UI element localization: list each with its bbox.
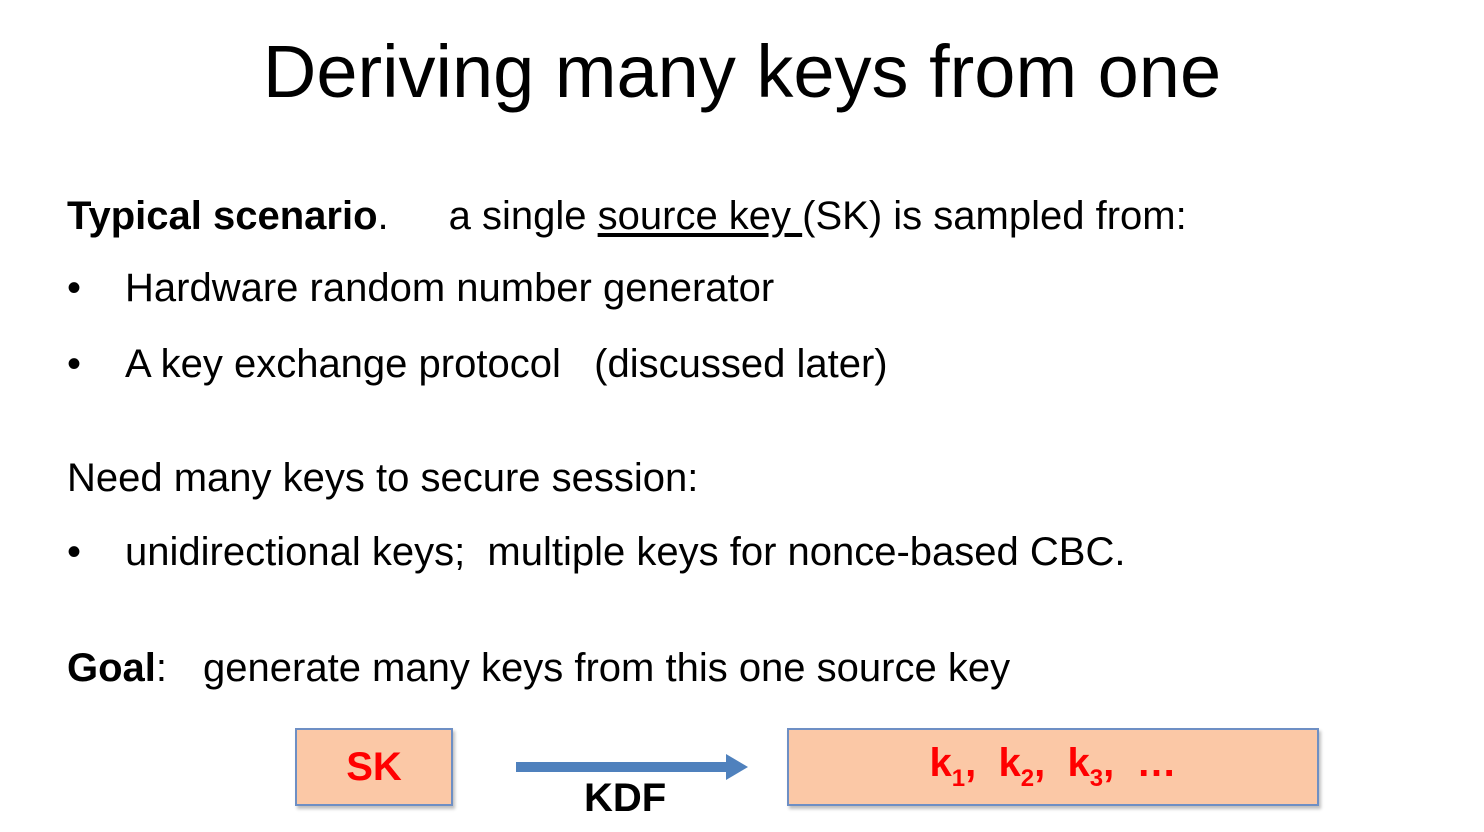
- need-heading: Need many keys to secure session:: [67, 456, 699, 500]
- goal-text: generate many keys from this one source …: [203, 646, 1011, 690]
- key-subscript: 2: [1020, 765, 1035, 792]
- bullet-icon: •: [67, 342, 82, 386]
- goal-colon: :: [155, 646, 168, 690]
- scenario-text-after: (SK) is sampled from:: [802, 194, 1187, 238]
- bullet-icon: •: [67, 530, 82, 574]
- scenario-bullet-1: Hardware random number generator: [125, 266, 775, 310]
- bullet-icon: •: [67, 266, 82, 310]
- source-key-label: SK: [346, 744, 402, 789]
- derived-keys-text: k1, k2, k3, …: [930, 741, 1177, 793]
- key-letter: k: [998, 741, 1021, 785]
- slide-title: Deriving many keys from one: [262, 30, 1222, 113]
- scenario-label: Typical scenario: [67, 194, 378, 238]
- goal-label: Goal: [67, 646, 156, 690]
- key-subscript: 3: [1089, 765, 1104, 792]
- need-bullet-1: unidirectional keys; multiple keys for n…: [125, 530, 1126, 574]
- scenario-period: .: [377, 194, 389, 238]
- source-key-term: source key: [597, 194, 803, 238]
- key-separator: ,: [1103, 741, 1115, 785]
- key-letter: k: [1067, 741, 1090, 785]
- key-subscript: 1: [951, 765, 966, 792]
- scenario-line: Typical scenario. a single source key (SK…: [67, 190, 1187, 242]
- scenario-text-before: a single: [448, 194, 598, 238]
- scenario-bullet-2: A key exchange protocol (discussed later…: [125, 342, 888, 386]
- key-separator: ,: [965, 741, 977, 785]
- kdf-label: KDF: [584, 776, 667, 820]
- derived-keys-box: k1, k2, k3, …: [787, 728, 1319, 806]
- goal-line: Goal: generate many keys from this one so…: [67, 642, 1010, 694]
- key-separator: ,: [1034, 741, 1046, 785]
- source-key-box: SK: [295, 728, 453, 806]
- key-ellipsis: …: [1136, 741, 1177, 785]
- key-letter: k: [929, 741, 952, 785]
